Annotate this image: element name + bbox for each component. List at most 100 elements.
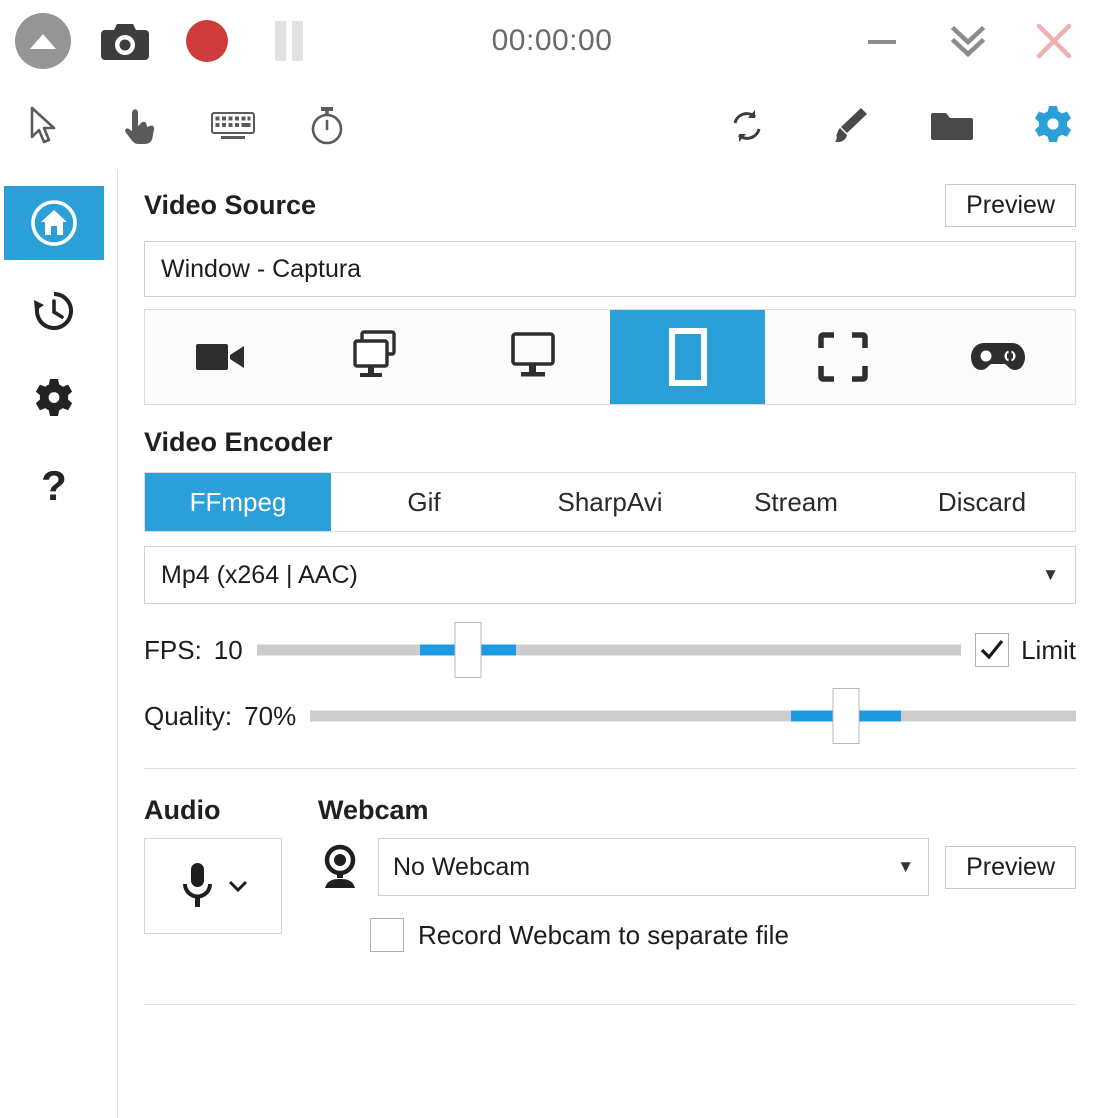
sidebar-item-help[interactable]: ? xyxy=(4,450,104,524)
audio-source-button[interactable] xyxy=(144,838,282,934)
toolbar-left-group xyxy=(0,103,350,149)
fps-slider-thumb[interactable] xyxy=(454,622,482,678)
left-sidebar: ? xyxy=(0,170,118,1118)
region-crop-icon xyxy=(817,332,868,382)
audio-webcam-headers: Audio Webcam xyxy=(144,795,1076,826)
pause-button[interactable] xyxy=(258,10,320,72)
screenshot-button[interactable] xyxy=(94,10,156,72)
fps-limit-checkbox[interactable]: Limit xyxy=(975,633,1076,667)
video-encoder-title: Video Encoder xyxy=(144,427,333,457)
video-camera-icon xyxy=(195,344,244,370)
question-mark-icon: ? xyxy=(41,464,67,509)
source-game-button[interactable] xyxy=(920,310,1075,404)
record-webcam-separate-checkbox[interactable]: Record Webcam to separate file xyxy=(370,918,1076,952)
keyboard-toggle-button[interactable] xyxy=(210,103,256,149)
sidebar-item-history[interactable] xyxy=(4,274,104,348)
webcam-select-row: No Webcam ▼ Preview xyxy=(318,838,1076,896)
collapse-button[interactable] xyxy=(12,10,74,72)
source-window-button[interactable] xyxy=(610,310,765,404)
webcam-title: Webcam xyxy=(318,795,429,825)
circle-up-arrow-icon xyxy=(15,13,71,69)
screen-icon xyxy=(510,332,555,377)
main-body: ? Video Source Preview Window - Captura xyxy=(0,170,1104,1118)
stopwatch-icon xyxy=(311,107,343,145)
bottom-divider xyxy=(144,1004,1076,1005)
fps-slider[interactable] xyxy=(256,622,962,678)
close-x-icon xyxy=(1036,23,1072,59)
encoder-tab-sharpavi[interactable]: SharpAvi xyxy=(517,473,703,531)
audio-webcam-controls: No Webcam ▼ Preview Record Webcam to sep… xyxy=(144,838,1076,952)
fps-limit-label: Limit xyxy=(1021,634,1076,665)
keyboard-icon xyxy=(211,112,255,139)
timer-toggle-button[interactable] xyxy=(304,103,350,149)
webcam-dropdown[interactable]: No Webcam ▼ xyxy=(378,838,930,896)
record-webcam-separate-label: Record Webcam to separate file xyxy=(418,919,789,950)
triangle-up-shape xyxy=(30,33,56,49)
quality-slider-thumb[interactable] xyxy=(832,688,860,744)
cursor-icon xyxy=(30,106,56,144)
video-source-type-buttons xyxy=(144,309,1076,405)
sidebar-item-settings[interactable] xyxy=(4,362,104,436)
webcam-dropdown-value: No Webcam xyxy=(393,852,531,881)
gamepad-icon xyxy=(970,343,1025,370)
checkbox-box xyxy=(975,633,1010,667)
chevron-down-icon xyxy=(228,880,248,893)
check-icon xyxy=(980,639,1004,660)
quality-slider-track xyxy=(310,710,1076,722)
close-button[interactable] xyxy=(1026,13,1082,69)
record-button[interactable] xyxy=(176,10,238,72)
quality-slider[interactable] xyxy=(310,688,1076,744)
titlebar-actions xyxy=(0,10,320,72)
source-multi-screen-button[interactable] xyxy=(300,310,455,404)
checkbox-box xyxy=(370,918,404,952)
home-icon xyxy=(31,200,77,246)
section-divider xyxy=(144,768,1076,769)
encoder-tab-ffmpeg[interactable]: FFmpeg xyxy=(145,473,331,531)
pause-icon xyxy=(275,21,303,61)
source-screen-button[interactable] xyxy=(455,310,610,404)
record-circle-icon xyxy=(186,20,228,62)
source-region-button[interactable] xyxy=(765,310,920,404)
video-source-title: Video Source xyxy=(144,190,317,220)
minimize-icon xyxy=(868,40,896,44)
double-chevron-down-icon xyxy=(950,25,986,58)
gear-icon xyxy=(1035,106,1071,142)
encoder-tab-discard[interactable]: Discard xyxy=(889,473,1075,531)
fps-label: FPS: xyxy=(144,634,202,665)
paintbrush-icon xyxy=(835,108,867,142)
video-source-header: Video Source Preview xyxy=(144,184,1076,227)
fps-slider-track xyxy=(256,644,962,656)
window-icon xyxy=(668,328,707,386)
refresh-button[interactable] xyxy=(724,103,770,149)
chevron-down-icon: ▼ xyxy=(1042,565,1059,584)
click-hand-icon xyxy=(125,109,155,144)
multi-screen-icon xyxy=(352,330,396,377)
drawing-tools-button[interactable] xyxy=(826,103,872,149)
video-source-input[interactable]: Window - Captura xyxy=(144,241,1076,297)
video-preview-button[interactable]: Preview xyxy=(945,184,1076,227)
click-toggle-button[interactable] xyxy=(116,103,162,149)
audio-title: Audio xyxy=(144,795,221,825)
secondary-toolbar xyxy=(0,82,1104,170)
window-controls xyxy=(854,13,1104,69)
hide-to-tray-button[interactable] xyxy=(940,13,996,69)
history-icon xyxy=(34,292,73,330)
sidebar-item-home[interactable] xyxy=(4,186,104,260)
open-folder-button[interactable] xyxy=(928,103,974,149)
webcam-icon xyxy=(324,844,356,888)
source-video-camera-button[interactable] xyxy=(145,310,300,404)
cursor-toggle-button[interactable] xyxy=(22,103,68,149)
settings-gear-button[interactable] xyxy=(1030,103,1076,149)
codec-dropdown[interactable]: Mp4 (x264 | AAC) ▼ xyxy=(144,546,1076,604)
fps-value: 10 xyxy=(213,634,243,665)
content-panel: Video Source Preview Window - Captura Vi… xyxy=(118,170,1104,1118)
webcam-preview-button[interactable]: Preview xyxy=(945,845,1076,889)
microphone-icon xyxy=(183,863,212,907)
encoder-tab-list: FFmpeg Gif SharpAvi Stream Discard xyxy=(144,472,1076,532)
quality-label: Quality: xyxy=(144,700,233,731)
webcam-column: No Webcam ▼ Preview Record Webcam to sep… xyxy=(318,838,1076,952)
minimize-button[interactable] xyxy=(854,13,910,69)
encoder-tab-stream[interactable]: Stream xyxy=(703,473,889,531)
quality-value: 70% xyxy=(244,700,297,731)
encoder-tab-gif[interactable]: Gif xyxy=(331,473,517,531)
